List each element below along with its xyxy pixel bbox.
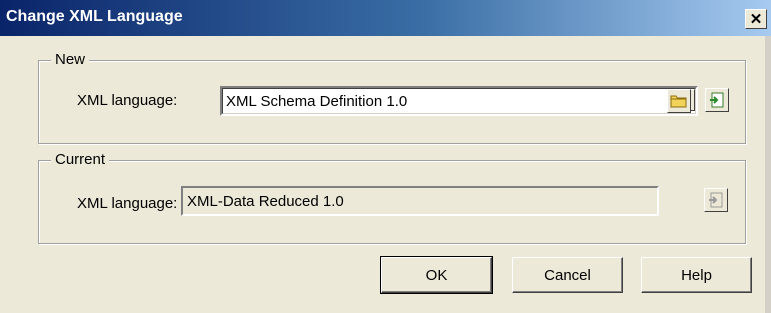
current-language-label: XML language: [77,195,178,212]
new-group-legend: New [51,51,90,68]
properties-icon [709,192,723,208]
browse-button[interactable] [667,89,691,113]
folder-icon [670,95,687,108]
current-group-legend: Current [51,151,110,168]
window-edge [765,36,771,313]
new-group: New XML language: XML Schema Definition … [38,51,746,144]
help-button[interactable]: Help [641,257,752,293]
close-button[interactable]: ✕ [745,9,767,29]
new-language-combo[interactable]: XML Schema Definition 1.0 [220,86,698,116]
title-bar: Change XML Language ✕ [0,0,771,36]
current-language-field: XML-Data Reduced 1.0 [181,186,659,216]
ok-button[interactable]: OK [380,256,493,294]
close-icon: ✕ [749,10,763,28]
new-language-value: XML Schema Definition 1.0 [226,93,408,110]
window-title: Change XML Language [6,8,183,25]
current-properties-button [704,188,728,212]
new-language-label: XML language: [77,92,178,109]
properties-button[interactable] [705,88,729,112]
current-language-value: XML-Data Reduced 1.0 [187,193,344,210]
properties-icon [710,92,724,108]
cancel-button[interactable]: Cancel [512,257,623,293]
